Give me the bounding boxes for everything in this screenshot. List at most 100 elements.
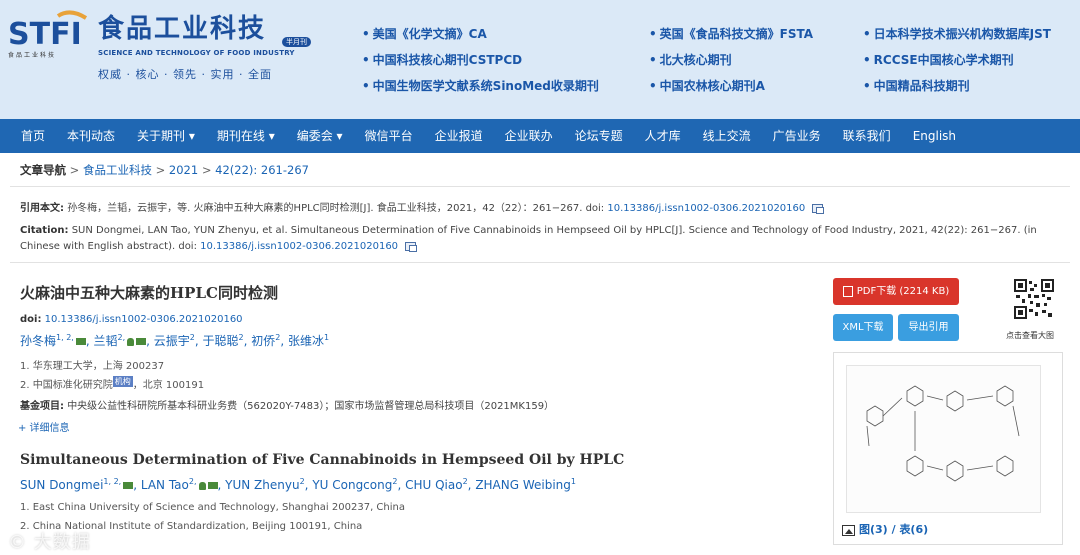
institution-badge[interactable]: 机构 — [112, 376, 133, 387]
citation-en-text: SUN Dongmei, LAN Tao, YUN Zhenyu, et al.… — [20, 225, 1037, 252]
chemical-structure-diagram-icon — [866, 385, 1020, 482]
index-item-agri-core: 中国农林核心期刊A — [649, 77, 765, 94]
affiliation-cn-2-name: 2. 中国标准化研究院 — [20, 380, 113, 391]
author-list-en: SUN Dongmei1, 2,, LAN Tao2,, YUN Zhenyu2… — [20, 477, 577, 492]
nav-online[interactable]: 期刊在线 ▾ — [206, 119, 286, 153]
author-affil-sup: 2 — [275, 333, 281, 342]
frequency-badge: 半月刊 — [282, 37, 311, 47]
figures-tables-link[interactable]: 图(3) / 表(6) — [842, 521, 928, 537]
author-link[interactable]: 初侨 — [251, 334, 275, 348]
divider — [10, 262, 1070, 263]
mail-icon[interactable] — [136, 338, 147, 345]
nav-online-exchange[interactable]: 线上交流 — [692, 119, 762, 153]
author-link[interactable]: CHU Qiao — [405, 478, 462, 492]
watermark: © 大数据 — [8, 532, 91, 553]
affiliation-cn-1: 1. 华东理工大学，上海 200237 — [20, 361, 165, 372]
image-icon — [842, 524, 855, 536]
breadcrumb-issue[interactable]: 42(22): 261-267 — [215, 163, 309, 177]
citation-en-doi-link[interactable]: 10.13386/j.issn1002-0306.2021020160 — [200, 241, 398, 252]
journal-name-cn: 食品工业科技 — [98, 14, 267, 44]
nav-news[interactable]: 本刊动态 — [56, 119, 126, 153]
author-link[interactable]: ZHANG Weibing — [475, 478, 571, 492]
funding: 基金项目: 中央级公益性科研院所基本科研业务费（562020Y-7483）；国家… — [20, 397, 554, 412]
funding-text: 中央级公益性科研院所基本科研业务费（562020Y-7483）；国家市场监督管理… — [67, 401, 555, 412]
figures-tables-separator: / — [891, 523, 896, 536]
nav-editorial-board[interactable]: 编委会 ▾ — [286, 119, 354, 153]
breadcrumb-separator: > — [201, 163, 212, 177]
mail-icon[interactable] — [75, 338, 86, 345]
affiliation-cn-2: 2. 中国标准化研究院 机构 ，北京 100191 — [20, 376, 204, 391]
breadcrumb-separator: > — [69, 163, 80, 177]
pdf-icon — [842, 285, 853, 297]
author-link[interactable]: SUN Dongmei — [20, 478, 103, 492]
author-link[interactable]: 兰韬 — [93, 334, 117, 348]
pdf-download-label: PDF下载 (2214 KB) — [856, 286, 950, 297]
citation-cn: 引用本文: 孙冬梅，兰韬，云振宇，等. 火麻油中五种大麻素的HPLC同时检测[J… — [20, 201, 1060, 217]
figure-preview[interactable] — [833, 352, 1063, 545]
journal-slogan: 权威 · 核心 · 领先 · 实用 · 全面 — [98, 68, 272, 81]
xml-download-button[interactable]: XML下载 — [833, 314, 893, 341]
breadcrumb-label: 文章导航 — [20, 163, 66, 177]
citation-en-label: Citation: — [20, 225, 69, 236]
index-item-cstpcd: 中国科技核心期刊CSTPCD — [362, 51, 522, 68]
index-item-boutique: 中国精品科技期刊 — [863, 77, 970, 94]
author-affil-sup: 2 — [299, 477, 305, 486]
nav-wechat[interactable]: 微信平台 — [354, 119, 424, 153]
author-affil-sup: 1 — [324, 333, 330, 342]
author-link[interactable]: LAN Tao — [141, 478, 189, 492]
index-item-sinomed: 中国生物医学文献系统SinoMed收录期刊 — [362, 77, 599, 94]
nav-about[interactable]: 关于期刊 ▾ — [126, 119, 206, 153]
citation-cn-label: 引用本文: — [20, 203, 64, 214]
mail-icon[interactable] — [123, 482, 134, 489]
article-title-en: Simultaneous Determination of Five Canna… — [20, 452, 625, 468]
figures-count-link[interactable]: 图(3) — [859, 523, 888, 536]
author-link[interactable]: 张维冰 — [288, 334, 324, 348]
author-link[interactable]: 于聪聪 — [203, 334, 239, 348]
nav-home[interactable]: 首页 — [10, 119, 56, 153]
nav-forum[interactable]: 论坛专题 — [564, 119, 634, 153]
qr-code-icon[interactable] — [1014, 279, 1054, 319]
author-affil-sup: 1, 2, — [103, 477, 122, 486]
pdf-download-button[interactable]: PDF下载 (2214 KB) — [833, 278, 959, 305]
author-affil-sup: 2, — [188, 477, 197, 486]
index-item-fsta: 英国《食品科技文摘》FSTA — [649, 25, 813, 42]
author-link[interactable]: 孙冬梅 — [20, 334, 56, 348]
index-item-jst: 日本科学技术振兴机构数据库JST — [863, 25, 1051, 42]
author-affil-sup: 1, 2, — [56, 333, 74, 342]
nav-advertising[interactable]: 广告业务 — [762, 119, 832, 153]
figure-thumbnail[interactable] — [846, 365, 1041, 513]
main-nav: 首页 本刊动态 关于期刊 ▾ 期刊在线 ▾ 编委会 ▾ 微信平台 企业报道 企业… — [0, 119, 1080, 153]
qr-code-label: 点击查看大图 — [1006, 331, 1054, 340]
article-doi-link[interactable]: 10.13386/j.issn1002-0306.2021020160 — [45, 314, 243, 325]
copy-icon[interactable] — [812, 203, 825, 214]
copy-icon[interactable] — [405, 241, 418, 252]
article-title-cn: 火麻油中五种大麻素的HPLC同时检测 — [20, 284, 278, 302]
author-affil-sup: 1 — [570, 477, 577, 486]
breadcrumb-journal[interactable]: 食品工业科技 — [83, 163, 152, 177]
author-link[interactable]: YUN Zhenyu — [225, 478, 299, 492]
export-citation-button[interactable]: 导出引用 — [898, 314, 959, 341]
breadcrumb-year[interactable]: 2021 — [169, 163, 198, 177]
nav-enterprise-coop[interactable]: 企业联办 — [494, 119, 564, 153]
author-link[interactable]: YU Congcong — [312, 478, 392, 492]
index-item-rccse: RCCSE中国核心学术期刊 — [863, 51, 1014, 68]
nav-english[interactable]: English — [902, 119, 967, 153]
index-item-pku-core: 北大核心期刊 — [649, 51, 732, 68]
author-list-cn: 孙冬梅1, 2,, 兰韬2,, 云振宇2, 于聪聪2, 初侨2, 张维冰1 — [20, 333, 330, 348]
mail-icon[interactable] — [207, 482, 218, 489]
expand-details-link[interactable]: + 详细信息 — [18, 419, 70, 434]
nav-talent[interactable]: 人才库 — [634, 119, 692, 153]
citation-en-doi-prefix: doi: — [178, 241, 197, 252]
author-link[interactable]: 云振宇 — [154, 334, 190, 348]
citation-cn-doi-link[interactable]: 10.13386/j.issn1002-0306.2021020160 — [607, 203, 805, 214]
site-header: STFI 食品工业科技 食品工业科技 半月刊 SCIENCE AND TECHN… — [0, 0, 1080, 119]
tables-count-link[interactable]: 表(6) — [899, 523, 928, 536]
author-affil-sup: 2 — [238, 333, 244, 342]
affiliation-en-1: 1. East China University of Science and … — [20, 502, 405, 513]
author-affil-sup: 2 — [462, 477, 468, 486]
nav-contact[interactable]: 联系我们 — [832, 119, 902, 153]
breadcrumb-separator: > — [155, 163, 166, 177]
svg-text:STFI: STFI — [8, 17, 82, 52]
logo-subtitle: 食品工业科技 — [8, 52, 57, 59]
nav-enterprise-report[interactable]: 企业报道 — [424, 119, 494, 153]
